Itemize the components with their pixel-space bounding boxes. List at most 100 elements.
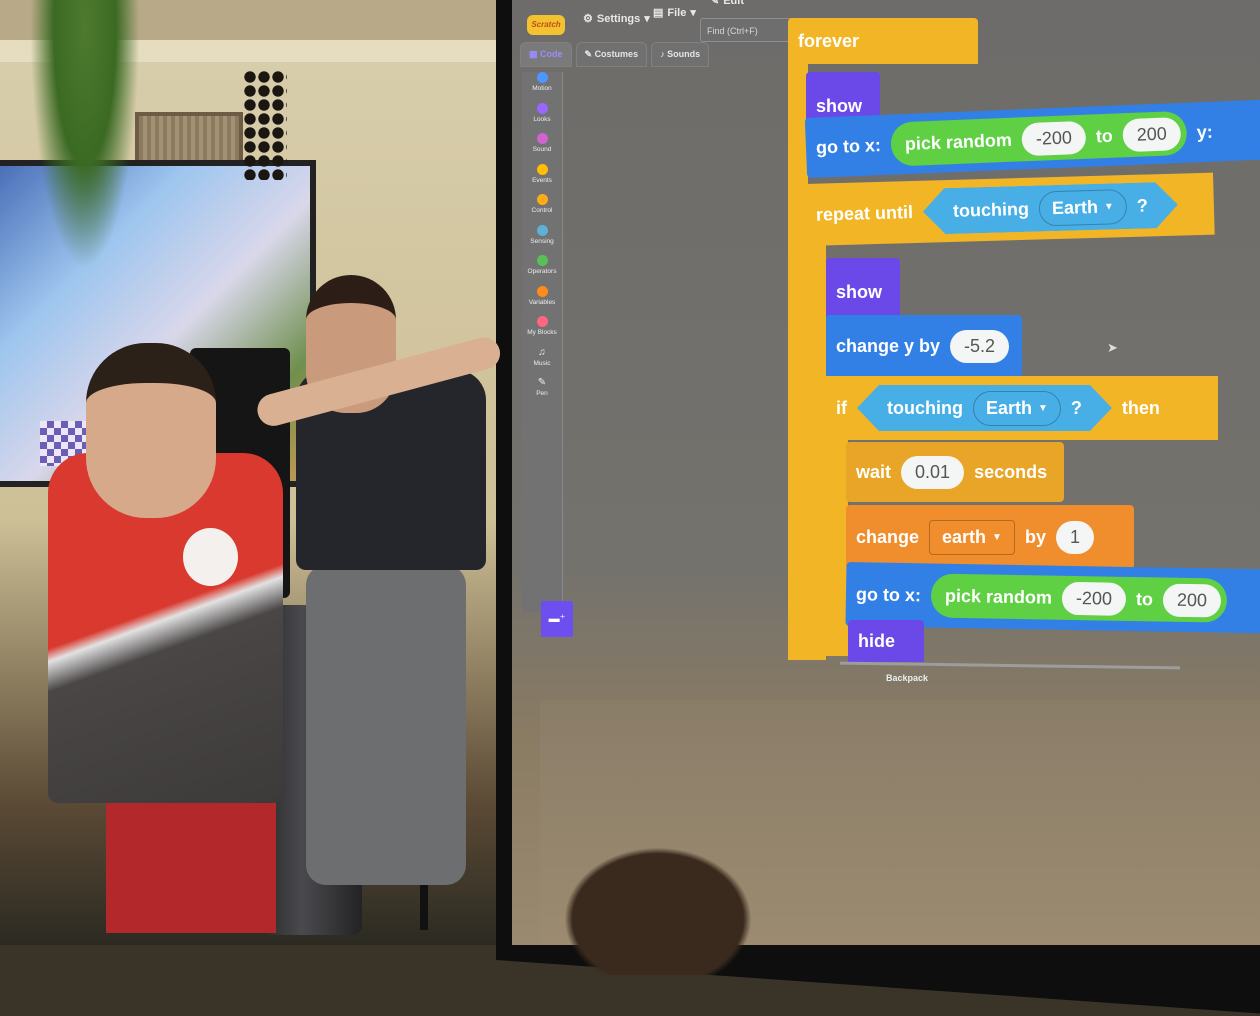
child-pointing (48, 333, 504, 943)
touching-target-dropdown[interactable]: Earth ▼ (973, 391, 1061, 426)
audience-head (548, 835, 768, 975)
variable-name: earth (942, 526, 987, 547)
question-mark: ? (1136, 194, 1149, 216)
tab-sounds-label: Sounds (667, 49, 701, 59)
backpack-toggle[interactable]: Backpack (886, 673, 928, 683)
category-label: Sensing (530, 237, 554, 245)
operators-dot-icon (536, 255, 548, 266)
seconds-label: seconds (974, 461, 1048, 482)
forever-block[interactable]: forever (788, 18, 978, 64)
brush-icon: ✎ (584, 49, 595, 59)
gear-icon: ⚙ (583, 13, 593, 25)
sensing-dot-icon (536, 224, 548, 236)
hide-block[interactable]: hide (848, 620, 924, 662)
touching-condition[interactable]: touching Earth ▼ ? (857, 385, 1112, 431)
add-extension-button[interactable]: ▬⁺ (541, 601, 573, 637)
change-y-block[interactable]: change y by -5.2 (826, 315, 1022, 377)
category-label: Pen (536, 390, 548, 397)
file-icon: ▤ (653, 7, 664, 19)
mouse-cursor-icon: ➤ (1107, 340, 1118, 355)
category-control[interactable]: Control (522, 194, 562, 225)
looks-dot-icon (536, 102, 548, 114)
pick-random-label: pick random (944, 585, 1053, 608)
touching-condition[interactable]: touching Earth ▼ ? (922, 182, 1178, 235)
change-y-label: change y by (836, 335, 941, 356)
category-label: Variables (528, 298, 556, 306)
target-value: Earth (1051, 196, 1099, 218)
category-label: Sound (532, 146, 552, 153)
category-label: Operators (527, 268, 557, 275)
goto-label: go to x: (855, 583, 922, 605)
category-operators[interactable]: Operators (522, 255, 562, 286)
touching-target-dropdown[interactable]: Earth ▼ (1038, 189, 1127, 226)
repeat-until-block[interactable]: repeat until touching Earth ▼ ? (805, 172, 1215, 246)
change-variable-block[interactable]: change earth ▼ by 1 (846, 505, 1134, 569)
pick-random-block[interactable]: pick random -200 to 200 (890, 110, 1188, 167)
tab-code[interactable]: ▦ Code (520, 42, 572, 67)
pick-random-label: pick random (904, 129, 1013, 154)
dropdown-caret-icon: ▼ (992, 531, 1002, 543)
category-motion[interactable]: Motion (522, 72, 562, 103)
dropdown-caret-icon: ▼ (1103, 200, 1114, 213)
random-to-input[interactable]: 200 (1122, 116, 1182, 152)
category-sensing[interactable]: Sensing (522, 224, 562, 256)
question-mark: ? (1070, 397, 1082, 418)
chevron-down-icon: ▾ (644, 13, 650, 25)
instructor-legs (306, 565, 466, 885)
show-label: show (816, 95, 863, 116)
category-events[interactable]: Events (522, 163, 562, 195)
by-label: by (1024, 526, 1046, 547)
file-label: File (667, 6, 687, 19)
change-variable-input[interactable]: 1 (1055, 520, 1094, 554)
category-pen[interactable]: ✎ Pen (522, 377, 562, 408)
edit-label: Edit (723, 0, 744, 7)
pen-icon: ✎ (537, 377, 547, 388)
random-to-input[interactable]: 200 (1162, 583, 1222, 618)
change-y-input[interactable]: -5.2 (950, 329, 1010, 363)
pick-random-block[interactable]: pick random -200 to 200 (930, 573, 1228, 623)
hanging-decoration (243, 70, 287, 180)
variable-dropdown[interactable]: earth ▼ (929, 519, 1015, 555)
random-from-input[interactable]: -200 (1061, 581, 1127, 616)
forever-arm (788, 60, 808, 660)
hanging-plant (30, 0, 140, 270)
wait-input[interactable]: 0.01 (901, 455, 965, 489)
category-my-blocks[interactable]: My Blocks (522, 316, 562, 347)
category-looks[interactable]: Looks (522, 102, 562, 134)
then-label: then (1121, 397, 1160, 418)
to-label: to (1135, 588, 1154, 609)
tab-costumes-label: Costumes (594, 49, 639, 59)
file-menu[interactable]: ▤ File ▾ (653, 6, 696, 20)
chevron-down-icon: ▾ (690, 7, 696, 19)
tab-costumes[interactable]: ✎ Costumes (575, 42, 648, 67)
events-dot-icon (536, 163, 548, 175)
category-sound[interactable]: Sound (522, 133, 562, 164)
hide-label: hide (858, 630, 896, 651)
category-variables[interactable]: Variables (522, 285, 562, 317)
repeat-until-arm (806, 240, 826, 660)
wait-block[interactable]: wait 0.01 seconds (846, 442, 1064, 502)
to-label: to (1095, 125, 1114, 146)
scratch-logo[interactable]: Scratch (527, 15, 565, 35)
tab-sounds[interactable]: ♪ Sounds (651, 42, 710, 67)
if-then-block[interactable]: if touching Earth ▼ ? then (826, 376, 1218, 440)
category-music[interactable]: ♫ Music (522, 347, 562, 378)
edit-menu[interactable]: ✎ Edit (710, 0, 744, 7)
code-icon: ▦ (529, 49, 541, 59)
settings-menu[interactable]: ⚙ Settings ▾ (583, 12, 650, 26)
touching-label: touching (887, 397, 963, 418)
my-blocks-dot-icon (536, 316, 548, 327)
random-from-input[interactable]: -200 (1021, 120, 1087, 156)
change-label: change (856, 526, 920, 547)
pencil-icon: ✎ (710, 0, 720, 7)
show-label: show (836, 281, 883, 302)
forever-label: forever (798, 30, 860, 51)
tab-code-label: Code (540, 49, 563, 59)
dropdown-caret-icon: ▼ (1038, 402, 1048, 414)
wait-label: wait (856, 461, 892, 482)
editor-tabs: ▦ Code ✎ Costumes ♪ Sounds (520, 42, 710, 67)
chess-pawn-logo (183, 528, 238, 586)
goto-label: go to x: (815, 134, 882, 158)
touching-label: touching (952, 198, 1030, 221)
category-menu: Motion Looks Sound Events Control Sensin… (522, 72, 563, 612)
